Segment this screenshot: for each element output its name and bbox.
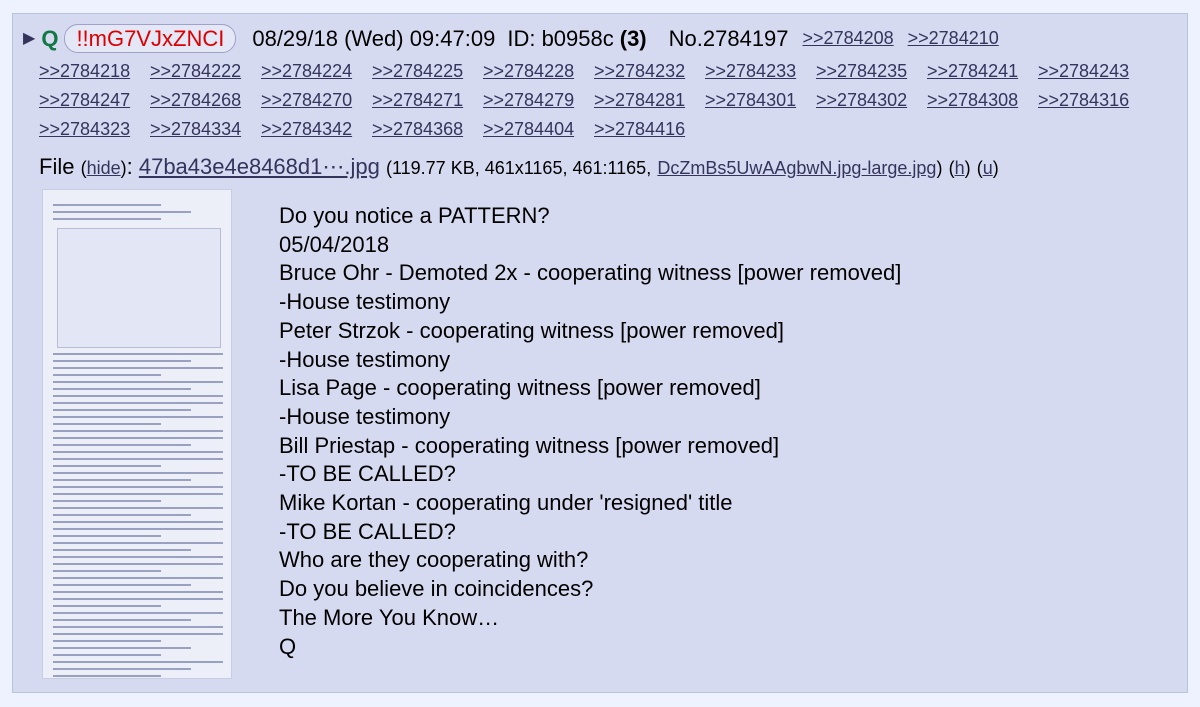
post-number[interactable]: No.2784197 (669, 24, 789, 53)
message-line: -House testimony (279, 289, 451, 315)
reply-link[interactable]: >>2784210 (908, 24, 999, 53)
message-line: Peter Strzok - cooperating witness [powe… (279, 317, 785, 343)
message-line: Do you believe in coincidences? (279, 576, 594, 602)
h-link[interactable]: h (955, 158, 965, 178)
message-line: -House testimony (279, 346, 451, 372)
message-line: Lisa Page - cooperating witness [power r… (279, 375, 761, 401)
reply-link[interactable]: >>2784222 (150, 57, 261, 86)
hide-link[interactable]: hide (87, 158, 121, 178)
poster-name: Q (41, 26, 59, 51)
reply-link[interactable]: >>2784404 (483, 115, 594, 144)
reply-link[interactable]: >>2784268 (150, 86, 261, 115)
reply-link[interactable]: >>2784279 (483, 86, 594, 115)
poster-id-count: (3) (619, 26, 647, 51)
post-menu-arrow-icon[interactable]: ▶ (23, 24, 35, 53)
reply-link[interactable]: >>2784334 (150, 115, 261, 144)
post: ▶ Q !!mG7VJxZNCI 08/29/18 (Wed) 09:47:09… (12, 13, 1188, 693)
message-line: Bruce Ohr - Demoted 2x - cooperating wit… (279, 260, 902, 286)
reply-link[interactable]: >>2784218 (39, 57, 150, 86)
reply-link[interactable]: >>2784225 (372, 57, 483, 86)
message-signature: Q (279, 633, 297, 659)
message-line: Mike Kortan - cooperating under 'resigne… (279, 490, 733, 516)
u-link[interactable]: u (983, 158, 993, 178)
reply-link[interactable]: >>2784323 (39, 115, 150, 144)
message-line: The More You Know… (279, 604, 500, 630)
reply-link[interactable]: >>2784247 (39, 86, 150, 115)
reply-link[interactable]: >>2784308 (927, 86, 1038, 115)
reply-link[interactable]: >>2784301 (705, 86, 816, 115)
quoted-post-image (57, 228, 221, 348)
file-label: File (39, 154, 75, 179)
post-header: ▶ Q !!mG7VJxZNCI 08/29/18 (Wed) 09:47:09… (23, 24, 1173, 53)
post-message: Do you notice a PATTERN? 05/04/2018 Bruc… (279, 202, 901, 661)
post-datetime: 08/29/18 (Wed) 09:47:09 (252, 26, 496, 51)
file-name-link[interactable]: 47ba43e4e8468d1⋯.jpg (139, 154, 380, 179)
reply-link[interactable]: >>2784368 (372, 115, 483, 144)
reply-links: >>2784218 >>2784222 >>2784224 >>2784225 >>27… (39, 57, 1169, 144)
attached-image-thumbnail[interactable] (42, 189, 232, 679)
reply-link[interactable]: >>2784243 (1038, 57, 1149, 86)
reply-link[interactable]: >>2784228 (483, 57, 594, 86)
reply-link[interactable]: >>2784270 (261, 86, 372, 115)
message-line: Do you notice a PATTERN? (279, 203, 550, 228)
poster-id[interactable]: ID: b0958c (507, 24, 613, 53)
message-line: -TO BE CALLED? (279, 461, 456, 487)
reply-link[interactable]: >>2784241 (927, 57, 1038, 86)
message-line: -TO BE CALLED? (279, 518, 456, 544)
message-line: -House testimony (279, 403, 451, 429)
reply-link[interactable]: >>2784235 (816, 57, 927, 86)
message-line: Bill Priestap - cooperating witness [pow… (279, 432, 780, 458)
reply-link[interactable]: >>2784224 (261, 57, 372, 86)
tripcode: !!mG7VJxZNCI (64, 24, 237, 53)
hide-paren: (hide) (80, 158, 127, 178)
file-meta: (119.77 KB, 461x1165, 461:1165, (385, 158, 652, 178)
reply-link[interactable]: >>2784316 (1038, 86, 1149, 115)
reply-link[interactable]: >>2784302 (816, 86, 927, 115)
reply-link[interactable]: >>2784271 (372, 86, 483, 115)
reply-link[interactable]: >>2784232 (594, 57, 705, 86)
reply-link[interactable]: >>2784208 (803, 24, 894, 53)
original-filename-link[interactable]: DcZmBs5UwAAgbwN.jpg-large.jpg (657, 158, 936, 178)
reply-link[interactable]: >>2784342 (261, 115, 372, 144)
reply-link[interactable]: >>2784233 (705, 57, 816, 86)
file-info: File (hide): 47ba43e4e8468d1⋯.jpg (119.7… (39, 154, 999, 179)
message-line: 05/04/2018 (279, 231, 390, 257)
reply-link[interactable]: >>2784416 (594, 115, 705, 144)
reply-link[interactable]: >>2784281 (594, 86, 705, 115)
message-line: Who are they cooperating with? (279, 547, 589, 573)
